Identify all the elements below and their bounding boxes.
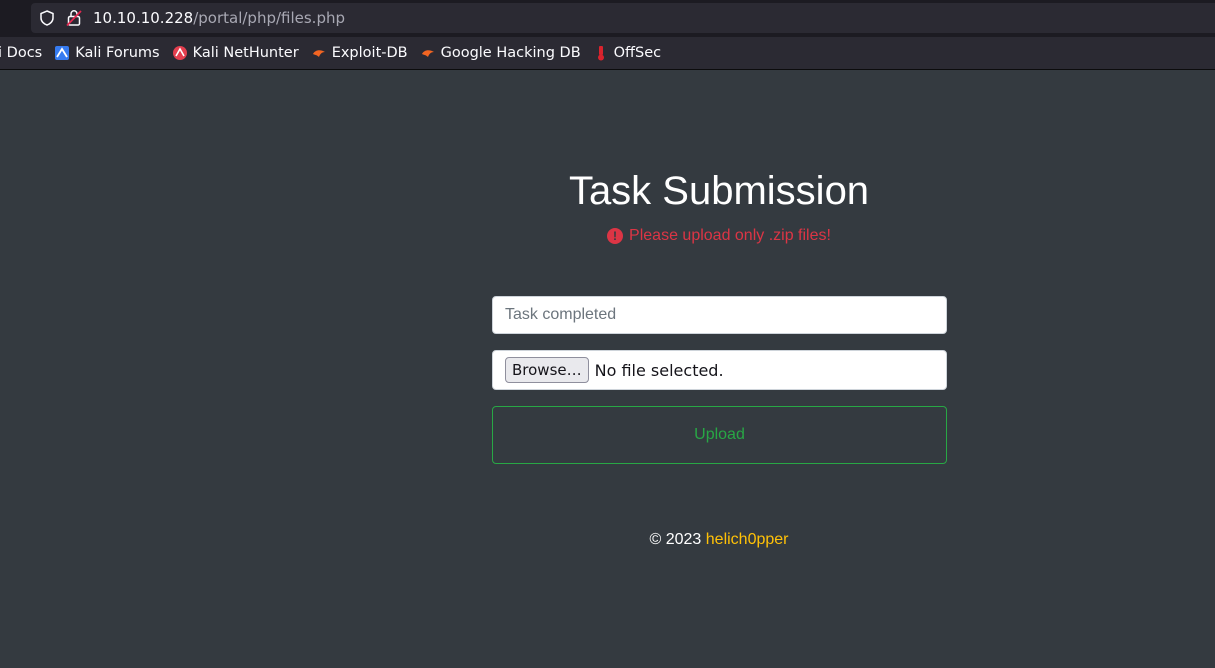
bookmark-label: Google Hacking DB — [440, 45, 581, 61]
error-alert: ! Please upload only .zip files! — [491, 227, 947, 245]
url-text[interactable]: 10.10.10.228/portal/php/files.php — [93, 9, 345, 27]
ghdb-icon — [421, 50, 434, 57]
file-input[interactable]: Browse… No file selected. — [492, 350, 947, 390]
bookmark-label: li Docs — [0, 45, 43, 61]
page-content: Task Submission ! Please upload only .zi… — [0, 71, 1215, 668]
bookmark-label: Kali NetHunter — [192, 45, 299, 61]
shield-icon[interactable] — [39, 10, 55, 26]
copyright-text: © 2023 — [649, 531, 706, 548]
bookmark-kali-nethunter[interactable]: Kali NetHunter — [172, 45, 299, 61]
alert-text: Please upload only .zip files! — [629, 227, 831, 244]
bookmark-offsec[interactable]: OffSec — [593, 45, 662, 61]
insecure-lock-icon[interactable] — [66, 9, 82, 27]
browse-button[interactable]: Browse… — [505, 357, 589, 383]
bookmark-kali-docs[interactable]: li Docs — [0, 45, 42, 61]
address-bar[interactable]: 10.10.10.228/portal/php/files.php — [31, 3, 1215, 33]
page-title: Task Submission — [568, 169, 870, 213]
task-input[interactable] — [492, 296, 947, 334]
exclamation-circle-icon: ! — [607, 228, 624, 244]
bookmarks-bar: li Docs Kali Forums Kali NetHunter Explo… — [0, 37, 1215, 70]
bookmark-exploit-db[interactable]: Exploit-DB — [311, 45, 408, 61]
kali-forums-icon — [55, 46, 70, 60]
upload-button[interactable]: Upload — [492, 406, 947, 464]
browser-toolbar: 10.10.10.228/portal/php/files.php — [0, 0, 1215, 37]
exploit-db-icon — [312, 50, 325, 57]
kali-nethunter-icon — [172, 46, 187, 60]
footer: © 2023 helich0pper — [491, 531, 947, 549]
bookmark-kali-forums[interactable]: Kali Forums — [54, 45, 160, 61]
author-link[interactable]: helich0pper — [706, 531, 789, 548]
bookmark-label: OffSec — [613, 45, 662, 61]
offsec-icon — [597, 46, 604, 61]
bookmark-label: Kali Forums — [75, 45, 160, 61]
bookmark-google-hacking-db[interactable]: Google Hacking DB — [420, 45, 581, 61]
file-status: No file selected. — [594, 360, 724, 380]
bookmark-label: Exploit-DB — [331, 45, 408, 61]
